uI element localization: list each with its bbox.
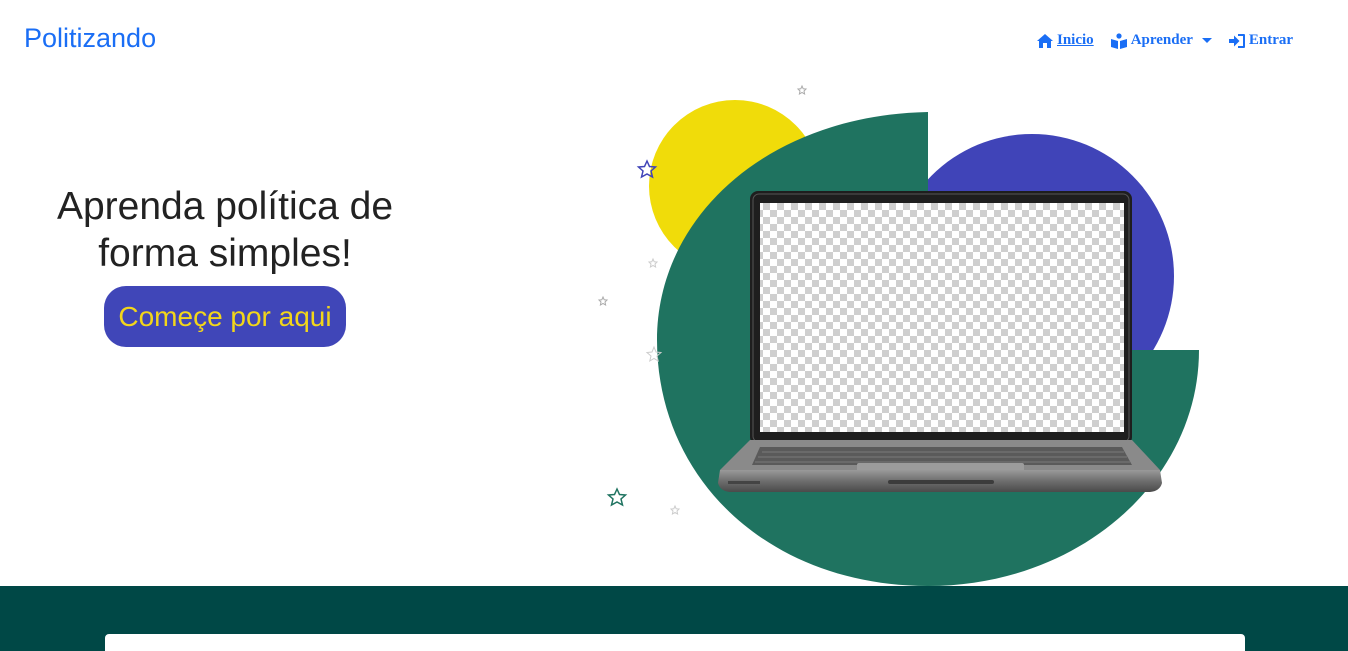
get-started-button[interactable]: Começe por aqui [104,286,346,347]
yellow-circle-shape [649,100,821,272]
nav-item-label: Inicio [1057,32,1094,48]
hero-title: Aprenda política de forma simples! [30,183,420,277]
sign-in-icon [1228,33,1245,48]
green-blob-shape [657,112,1199,586]
nav-item-label: Aprender [1130,32,1193,48]
home-icon [1037,33,1053,48]
main-nav: Inicio Aprender Entrar [1036,32,1293,49]
nav-item-entrar[interactable]: Entrar [1228,32,1293,49]
nav-item-inicio[interactable]: Inicio [1036,32,1094,49]
nav-item-label: Entrar [1248,32,1294,48]
laptop-screen [760,203,1124,432]
chevron-down-icon [1201,38,1212,43]
star-icon [597,84,808,515]
hero-title-line-1: Aprenda política de [56,185,394,228]
book-reader-icon [1110,32,1127,49]
indigo-circle-shape [890,134,1174,418]
hero-title-line-2: forma simples! [98,232,352,275]
landing-page: Politizando Inicio Aprender Entrar Apren… [0,0,1348,651]
nav-item-aprender[interactable]: Aprender [1110,32,1212,49]
brand-logo-link[interactable]: Politizando [24,22,156,54]
laptop-image [718,191,1162,492]
content-card [105,634,1245,651]
